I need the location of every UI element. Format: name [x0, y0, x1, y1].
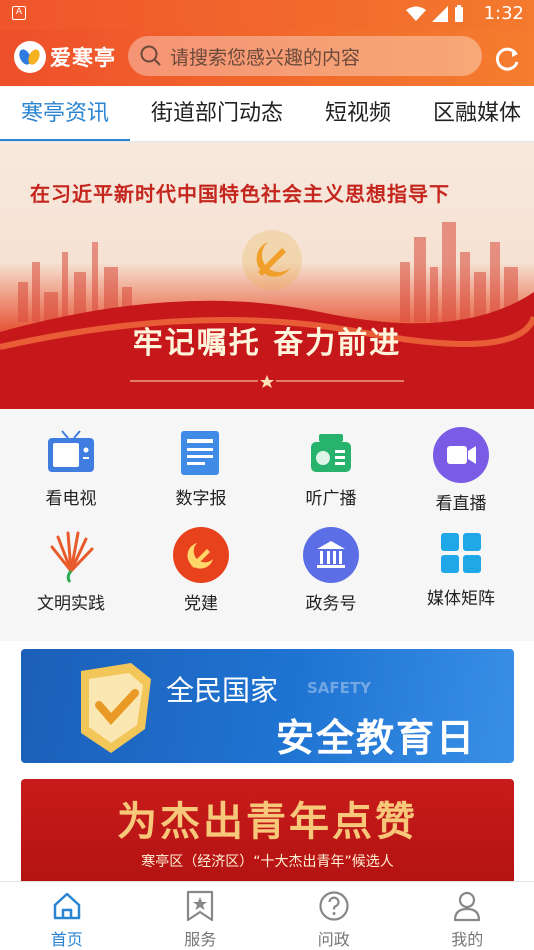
- government-icon: [303, 527, 359, 583]
- nav-inquiry[interactable]: 问政: [267, 882, 401, 950]
- grid-label: 看电视: [45, 489, 97, 509]
- channel-tabs: 寒亭资讯 街道部门动态 短视频 区融媒体: [0, 86, 534, 142]
- app-logo: 爱寒亭: [14, 41, 116, 73]
- tab-hanting-news[interactable]: 寒亭资讯: [0, 86, 131, 142]
- nav-label: 问政: [317, 930, 350, 949]
- notification-icon: A: [12, 6, 26, 20]
- shield-icon: [81, 663, 151, 753]
- grid-label: 听广播: [305, 489, 357, 509]
- bottom-nav: 首页 服务 问政 我的: [0, 881, 534, 950]
- battery-icon: [455, 5, 463, 22]
- grid-item-party[interactable]: 党建: [134, 509, 268, 614]
- refresh-icon[interactable]: [492, 44, 522, 74]
- card-title-watermark: SAFETY: [307, 679, 371, 697]
- grid-item-tv[interactable]: 看电视: [4, 409, 138, 509]
- grid-label: 数字报: [175, 489, 227, 509]
- tab-short-video[interactable]: 短视频: [304, 86, 412, 142]
- tab-district-media[interactable]: 区融媒体: [412, 86, 534, 142]
- app-header: 爱寒亭 请搜索您感兴趣的内容: [0, 30, 534, 86]
- nav-label: 服务: [184, 930, 217, 949]
- status-icons: [406, 5, 464, 23]
- card-title-line1: 全民国家: [166, 674, 279, 707]
- home-icon: [49, 888, 85, 924]
- signal-icon: [432, 6, 448, 22]
- tv-icon: [43, 427, 99, 478]
- function-grid: 看电视 数字报 听广播 看直播 文明实践 党建 政务号 媒体矩阵: [0, 409, 534, 629]
- grid-item-live[interactable]: 看直播: [394, 409, 528, 514]
- logo-mark-icon: [14, 41, 46, 73]
- media-matrix-icon: [433, 527, 489, 578]
- radio-icon: [303, 427, 359, 478]
- card-title-line2: 安全教育日: [276, 716, 477, 760]
- wifi-icon: [406, 6, 426, 21]
- nav-profile[interactable]: 我的: [401, 882, 534, 950]
- nav-label: 首页: [50, 930, 83, 949]
- grid-item-media-matrix[interactable]: 媒体矩阵: [394, 509, 528, 609]
- nav-home[interactable]: 首页: [0, 882, 134, 950]
- service-icon: [182, 888, 218, 924]
- tab-street-dept[interactable]: 街道部门动态: [130, 86, 304, 142]
- nav-service[interactable]: 服务: [134, 882, 268, 950]
- youth-award-card[interactable]: 为杰出青年点赞 寒亭区（经济区）“十大杰出青年”候选人: [21, 779, 514, 889]
- clock: 1:32: [483, 3, 524, 24]
- grid-label: 政务号: [305, 594, 357, 614]
- banner-slogan: 牢记嘱托 奋力前进: [132, 326, 402, 361]
- grid-label: 媒体矩阵: [427, 589, 495, 609]
- search-placeholder: 请搜索您感兴趣的内容: [170, 46, 361, 69]
- nav-label: 我的: [451, 930, 484, 949]
- profile-icon: [449, 888, 485, 924]
- civilization-icon: [43, 527, 99, 583]
- banner-divider: [130, 375, 404, 388]
- grid-label: 党建: [184, 594, 218, 614]
- card-subtitle: 寒亭区（经济区）“十大杰出青年”候选人: [141, 854, 394, 870]
- section-gap: [0, 629, 534, 641]
- banner-headline: 在习近平新时代中国特色社会主义思想指导下: [30, 182, 450, 206]
- grid-label: 文明实践: [37, 594, 105, 614]
- grid-item-government[interactable]: 政务号: [264, 509, 398, 614]
- app-name: 爱寒亭: [50, 46, 116, 70]
- grid-item-digital-paper[interactable]: 数字报: [134, 409, 268, 509]
- safety-education-card[interactable]: 全民国家 SAFETY 安全教育日: [21, 649, 514, 763]
- status-bar: A 1:32: [0, 0, 534, 30]
- question-icon: [316, 888, 352, 924]
- live-video-icon: [433, 427, 489, 483]
- grid-item-radio[interactable]: 听广播: [264, 409, 398, 509]
- card-title: 为杰出青年点赞: [117, 799, 418, 845]
- grid-item-civilization[interactable]: 文明实践: [4, 509, 138, 614]
- newspaper-icon: [173, 427, 229, 478]
- search-input[interactable]: 请搜索您感兴趣的内容: [128, 36, 482, 76]
- search-icon: [140, 45, 161, 66]
- hero-banner[interactable]: 在习近平新时代中国特色社会主义思想指导下 牢记嘱托 奋力前进: [0, 142, 534, 409]
- party-building-icon: [173, 527, 229, 583]
